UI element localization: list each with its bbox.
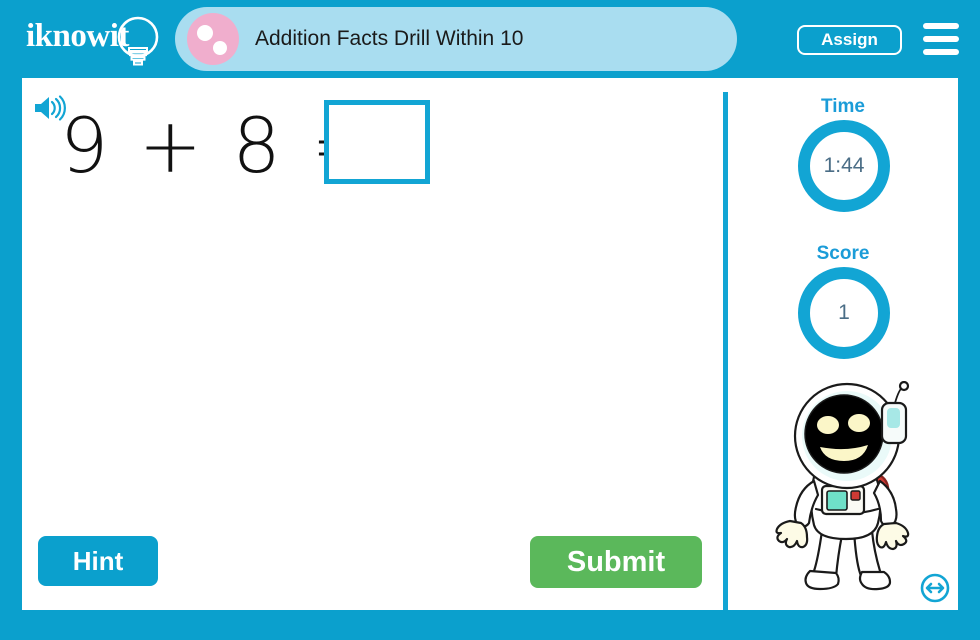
pink-circle-dots-icon — [187, 13, 239, 65]
time-label: Time — [820, 96, 865, 117]
score-label: Score — [816, 243, 870, 264]
time-value: 1:44 — [798, 120, 890, 212]
hamburger-menu-icon[interactable] — [923, 23, 959, 55]
app-root: iknowit Addition Facts Drill Within 10 A… — [0, 0, 980, 640]
brand-logo[interactable]: iknowit — [20, 12, 170, 68]
answer-input[interactable] — [324, 100, 430, 184]
stats-sidebar: Time 1:44 Score 1 — [728, 78, 958, 610]
assign-button[interactable]: Assign — [797, 25, 902, 55]
resize-horizontal-arrows-icon[interactable] — [920, 573, 950, 603]
score-value: 1 — [798, 267, 890, 359]
dot-large — [197, 25, 213, 41]
lesson-title: Addition Facts Drill Within 10 — [255, 27, 524, 50]
menu-bar-3 — [923, 49, 959, 55]
astronaut-mascot-icon — [775, 381, 910, 591]
lesson-title-bar: Addition Facts Drill Within 10 — [175, 7, 737, 71]
content-panel: 9 + 8 = Hint Submit Time 1:44 Score 1 — [22, 78, 958, 610]
menu-bar-1 — [923, 23, 959, 29]
app-header: iknowit Addition Facts Drill Within 10 A… — [0, 0, 980, 78]
lightbulb-icon — [117, 16, 159, 66]
dot-small — [213, 41, 227, 55]
submit-button[interactable]: Submit — [530, 536, 702, 588]
hint-button[interactable]: Hint — [38, 536, 158, 586]
question-row: 9 + 8 = — [50, 96, 470, 206]
menu-bar-2 — [923, 36, 959, 42]
